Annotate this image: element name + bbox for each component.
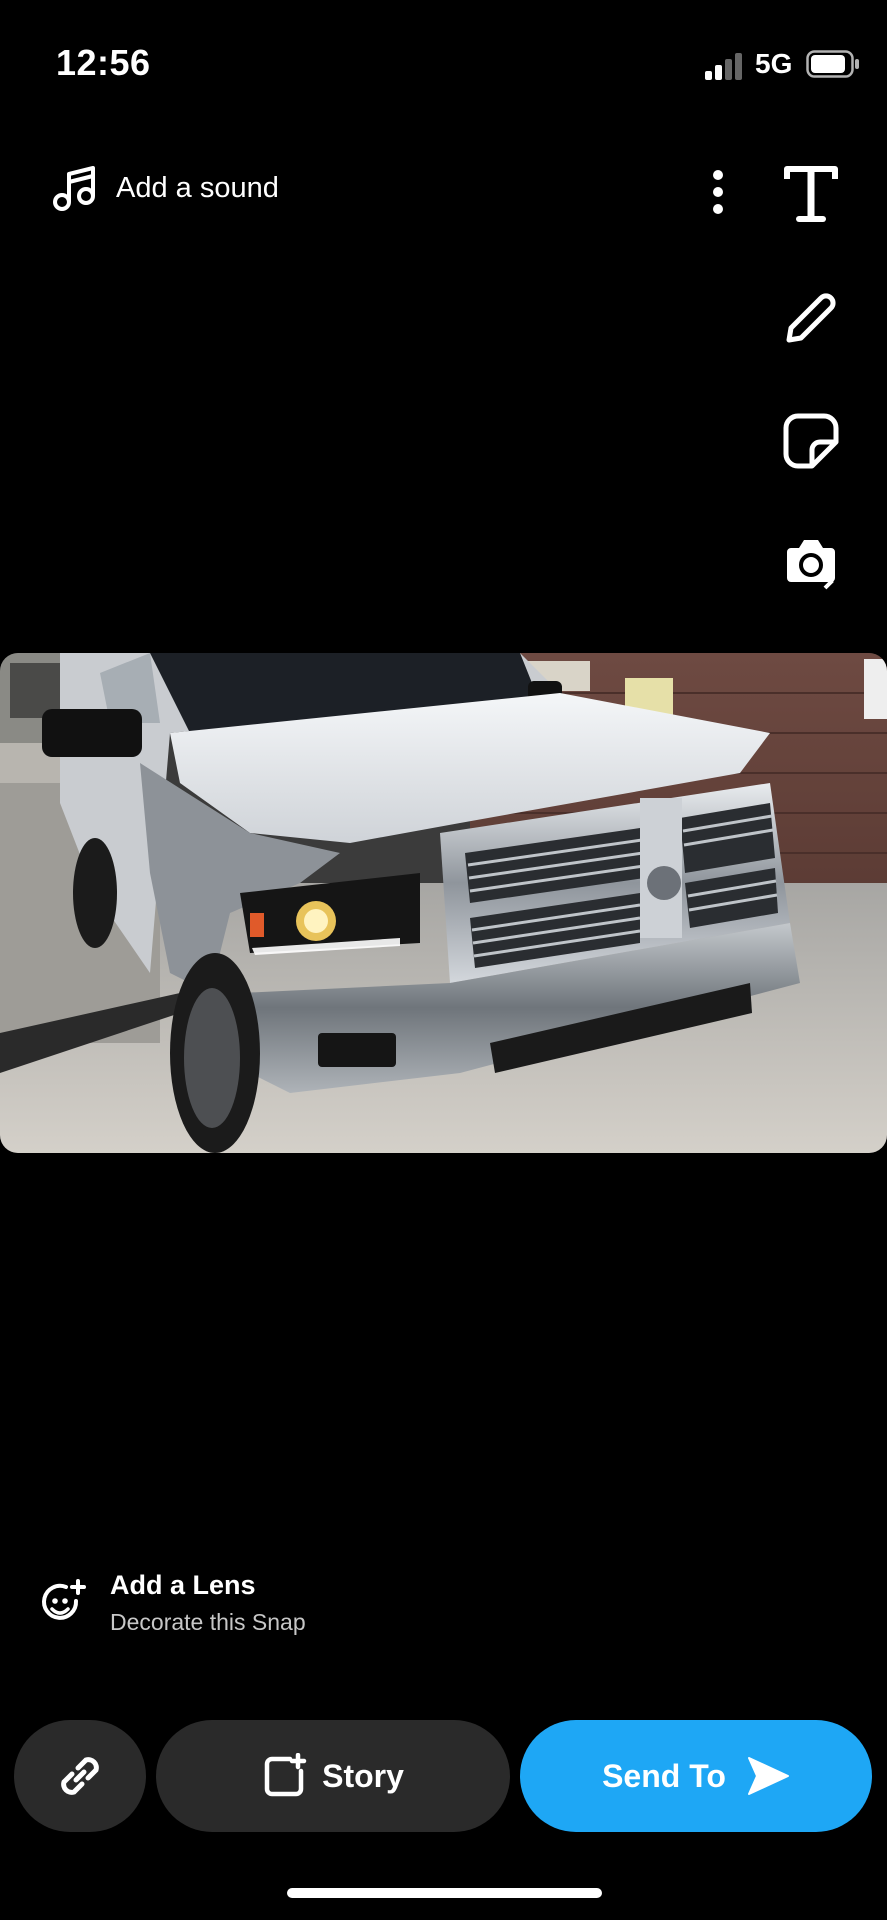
lens-camera-tool-button[interactable]: [775, 527, 847, 599]
lens-title: Add a Lens: [110, 1570, 256, 1600]
send-arrow-icon: [747, 1757, 789, 1795]
truck-photo-illustration: [0, 653, 887, 1153]
story-button[interactable]: Story: [156, 1720, 510, 1832]
link-icon: [61, 1757, 99, 1795]
add-sound-label: Add a sound: [116, 171, 279, 204]
more-vertical-icon: [713, 170, 723, 214]
lens-text: Add a Lens Decorate this Snap: [110, 1570, 306, 1636]
status-time: 12:56: [56, 42, 151, 83]
status-bar: 12:56 5G: [0, 0, 887, 130]
more-options-button[interactable]: [700, 166, 736, 218]
pencil-icon: [786, 293, 836, 343]
add-sound-button[interactable]: Add a sound: [52, 162, 279, 214]
music-note-icon: [53, 166, 95, 211]
send-to-button[interactable]: Send To: [520, 1720, 872, 1832]
network-type: 5G: [755, 48, 793, 79]
signal-icon: [705, 53, 742, 80]
text-icon: [784, 166, 838, 222]
snap-photo[interactable]: [0, 653, 887, 1153]
story-add-icon: [264, 1753, 307, 1797]
sticker-tool-button[interactable]: [775, 405, 847, 477]
send-to-label: Send To: [602, 1757, 726, 1794]
story-label: Story: [322, 1757, 404, 1794]
text-tool-button[interactable]: [775, 158, 847, 230]
lens-smile-icon: [42, 1579, 86, 1620]
camera-refresh-icon: [787, 540, 835, 590]
home-indicator: [287, 1888, 602, 1898]
battery-icon: [806, 50, 859, 78]
lens-subtitle: Decorate this Snap: [110, 1609, 306, 1635]
draw-tool-button[interactable]: [775, 282, 847, 354]
link-button[interactable]: [14, 1720, 146, 1832]
sticker-icon: [783, 413, 839, 469]
add-lens-button[interactable]: Add a Lens Decorate this Snap: [40, 1570, 306, 1636]
